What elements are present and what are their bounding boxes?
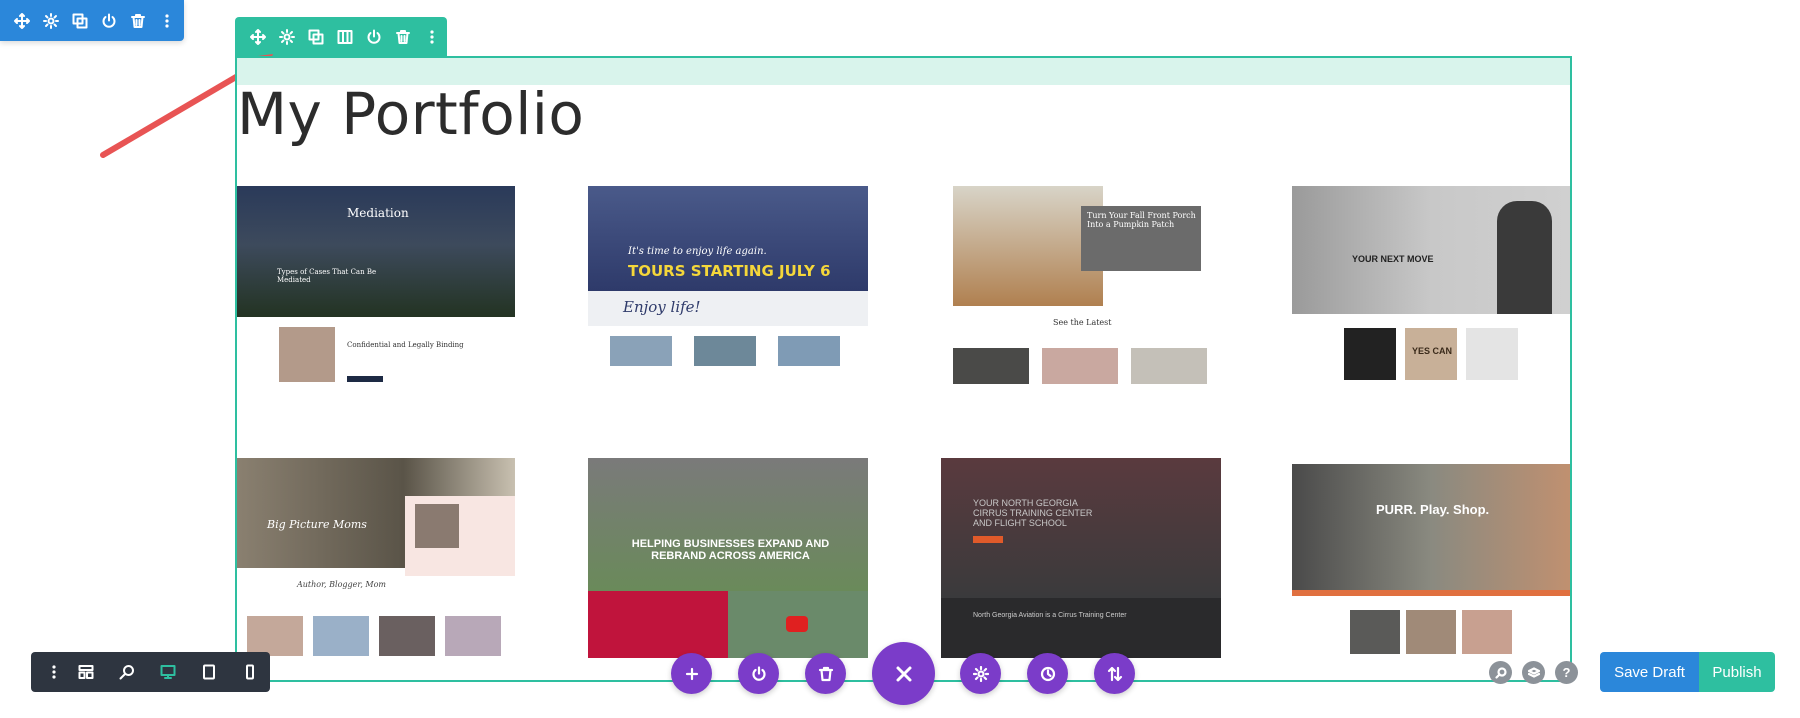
history-icon	[1040, 666, 1055, 681]
portfolio-item-caption: Confidential and Legally Binding	[347, 341, 464, 349]
close-icon	[896, 666, 911, 681]
history-button[interactable]	[1027, 653, 1068, 694]
power-icon	[751, 665, 766, 681]
page-settings-button[interactable]	[960, 653, 1001, 694]
tablet-icon[interactable]	[188, 652, 229, 692]
sort-icon	[1107, 666, 1122, 681]
add-icon	[685, 667, 698, 680]
portfolio-item-heading: HELPING BUSINESSES EXPAND AND REBRAND AC…	[631, 538, 830, 562]
layers-button[interactable]	[1522, 661, 1545, 684]
portfolio-item-subheading: Types of Cases That Can Be Mediated	[277, 268, 377, 284]
trash-icon[interactable]	[130, 13, 146, 29]
cta-button	[347, 376, 383, 382]
duplicate-icon[interactable]	[72, 13, 88, 29]
row-frame[interactable]: My Portfolio Mediation Types of Cases Th…	[235, 56, 1572, 682]
gear-icon[interactable]	[279, 29, 295, 45]
portfolio-item-heading: YOUR NORTH GEORGIA CIRRUS TRAINING CENTE…	[973, 498, 1093, 528]
portfolio-item[interactable]: Mediation Types of Cases That Can Be Med…	[237, 186, 515, 386]
portfolio-item[interactable]: YOUR NEXT MOVE YES CAN	[1292, 186, 1570, 386]
power-icon[interactable]	[366, 29, 382, 45]
close-settings-button[interactable]	[872, 642, 935, 705]
portrait-image	[279, 327, 335, 382]
portfolio-item[interactable]: Turn Your Fall Front Porch Into a Pumpki…	[941, 186, 1221, 386]
portfolio-item[interactable]: It's time to enjoy life again. TOURS STA…	[588, 186, 868, 386]
power-icon[interactable]	[101, 13, 117, 29]
zoom-icon[interactable]	[106, 652, 147, 692]
columns-icon[interactable]	[337, 29, 353, 45]
section-toolbar	[0, 0, 184, 41]
more-vertical-icon[interactable]	[42, 652, 65, 692]
portfolio-gallery: Mediation Types of Cases That Can Be Med…	[237, 186, 1570, 676]
portfolio-item[interactable]: Big Picture Moms Author, Blogger, Mom	[237, 458, 515, 658]
duplicate-icon[interactable]	[308, 29, 324, 45]
portfolio-item-heading: YOUR NEXT MOVE	[1352, 254, 1434, 264]
more-vertical-icon[interactable]	[159, 13, 175, 29]
portfolio-item[interactable]: PURR. Play. Shop.	[1292, 458, 1570, 658]
portfolio-item[interactable]: HELPING BUSINESSES EXPAND AND REBRAND AC…	[588, 458, 868, 658]
layers-icon	[1527, 666, 1540, 678]
portfolio-item-caption: YES CAN	[1412, 346, 1453, 356]
portfolio-item-heading: Mediation	[347, 206, 409, 220]
portfolio-item-heading: PURR. Play. Shop.	[1376, 502, 1490, 517]
page-title: My Portfolio	[237, 80, 585, 148]
portfolio-item-heading: Turn Your Fall Front Porch Into a Pumpki…	[1087, 211, 1196, 229]
trash-icon[interactable]	[395, 29, 411, 45]
clear-layout-button[interactable]	[805, 653, 846, 694]
help-button[interactable]: ?	[1555, 661, 1578, 684]
move-icon[interactable]	[250, 29, 266, 45]
trash-icon	[818, 666, 833, 681]
save-draft-button[interactable]: Save Draft	[1600, 652, 1699, 692]
help-icon: ?	[1562, 665, 1571, 680]
gear-icon	[972, 665, 989, 682]
phone-icon[interactable]	[229, 652, 270, 692]
search-icon	[1494, 666, 1507, 679]
move-icon[interactable]	[14, 12, 30, 29]
search-button[interactable]	[1489, 661, 1512, 684]
portability-button[interactable]	[738, 653, 779, 694]
publish-button[interactable]: Publish	[1699, 652, 1775, 692]
more-vertical-icon[interactable]	[424, 29, 440, 45]
portfolio-item-caption: Enjoy life!	[623, 298, 701, 316]
portfolio-item-subheading: Author, Blogger, Mom	[297, 580, 386, 589]
add-button[interactable]	[671, 653, 712, 694]
sort-button[interactable]	[1094, 653, 1135, 694]
portfolio-item-heading: It's time to enjoy life again.	[628, 246, 767, 257]
gear-icon[interactable]	[43, 12, 59, 29]
view-mode-toolbar	[31, 652, 270, 692]
portfolio-item[interactable]: YOUR NORTH GEORGIA CIRRUS TRAINING CENTE…	[941, 458, 1221, 658]
desktop-icon[interactable]	[147, 652, 188, 692]
wireframe-icon[interactable]	[65, 652, 106, 692]
portfolio-item-heading: Big Picture Moms	[267, 518, 367, 531]
portfolio-item-subheading: North Georgia Aviation is a Cirrus Train…	[973, 612, 1127, 619]
portfolio-item-subheading: See the Latest	[1053, 318, 1112, 327]
portfolio-item-subheading: TOURS STARTING JULY 6	[628, 262, 831, 280]
